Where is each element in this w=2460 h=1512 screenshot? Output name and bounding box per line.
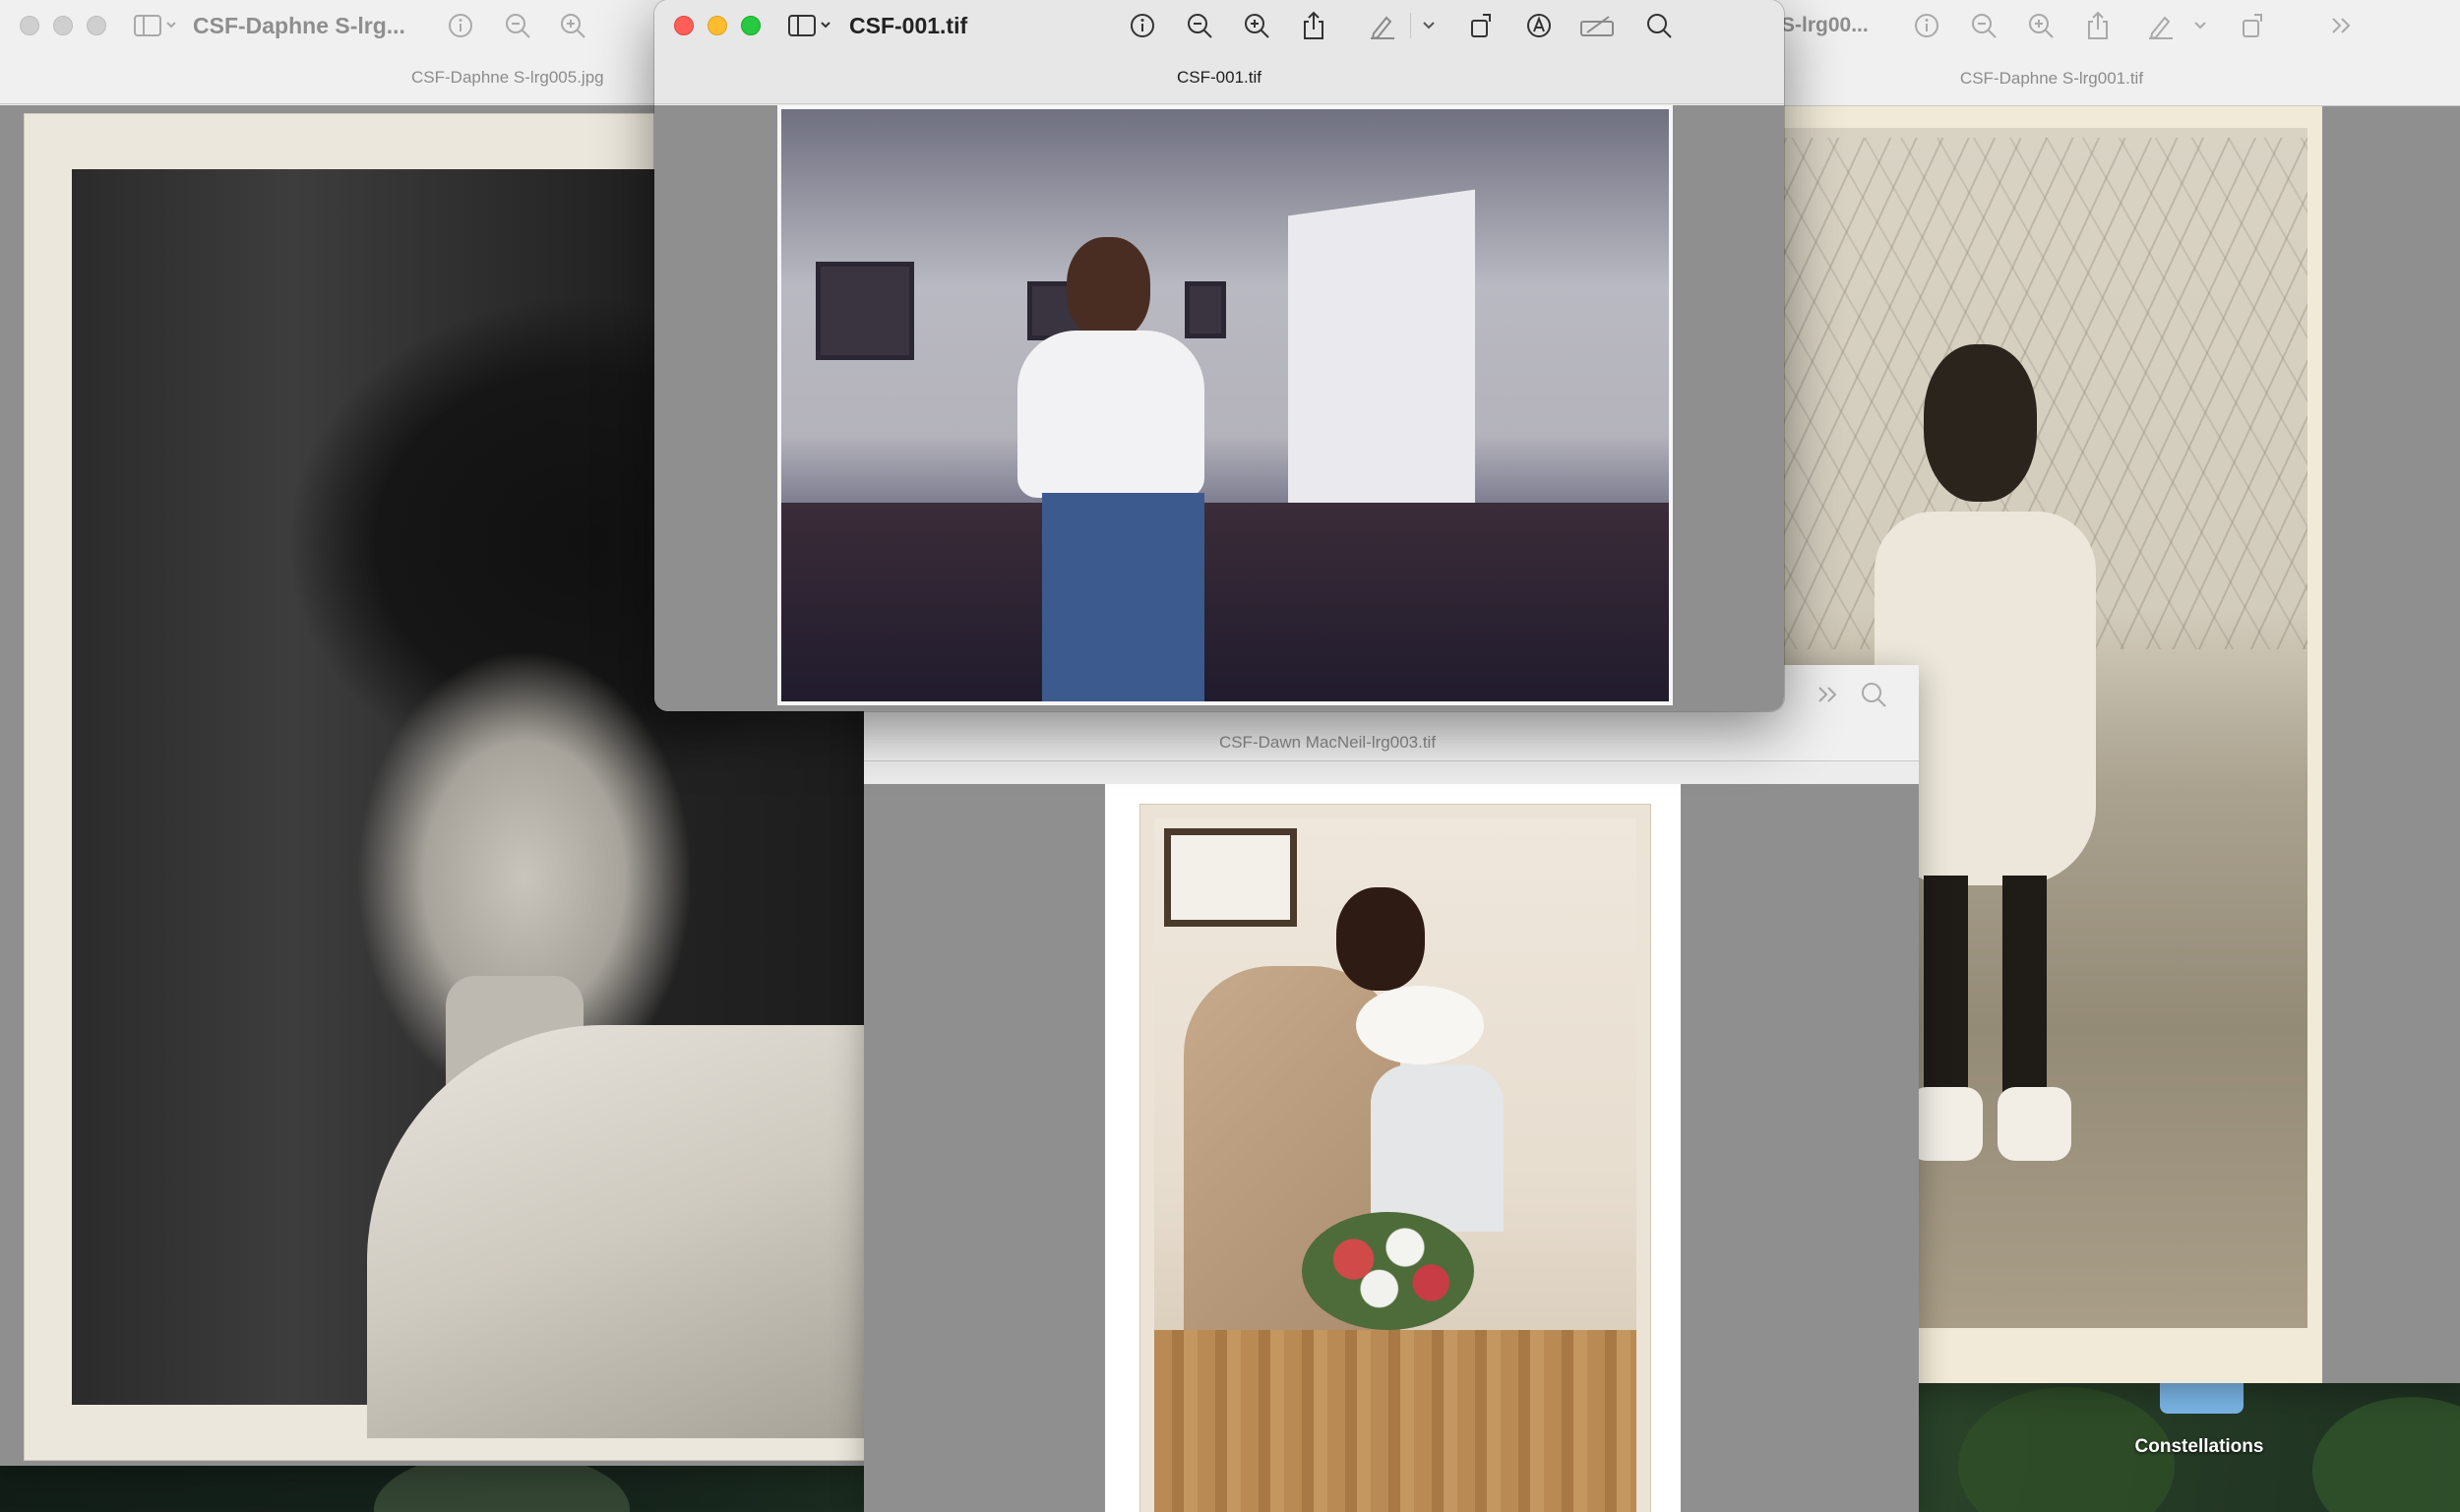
zoom-in-icon <box>1243 12 1270 39</box>
photo-detail <box>1154 1330 1636 1512</box>
chevron-down-icon <box>1422 21 1436 30</box>
share-button[interactable] <box>1294 6 1333 45</box>
sidebar-icon <box>788 14 831 37</box>
zoom-in-button[interactable] <box>553 6 592 45</box>
photo-detail <box>367 1025 866 1438</box>
info-button[interactable] <box>1123 6 1162 45</box>
preview-window-dawn-003[interactable]: CSF-Dawn MacNeil-lrg003.tif <box>864 665 1919 1512</box>
chevron-double-right-icon <box>1816 685 1840 704</box>
photo-detail <box>2002 876 2047 1102</box>
annotate-icon <box>1525 12 1553 39</box>
pencil-icon <box>1369 12 1396 39</box>
photo-detail <box>1017 331 1204 498</box>
document-tab-bar: CSF-001.tif <box>654 51 1784 104</box>
preview-window-csf-001[interactable]: CSF-001.tif CSF-001.tif <box>654 0 1784 711</box>
sidebar-icon <box>134 14 177 37</box>
info-icon <box>1914 13 1939 38</box>
photo-detail <box>1998 1087 2071 1161</box>
photo-detail <box>816 262 914 360</box>
zoom-in-button[interactable] <box>2021 6 2060 45</box>
zoom-out-icon <box>1970 12 1998 39</box>
chevron-double-right-icon <box>2330 16 2354 35</box>
toolbar: S-lrg00... <box>1761 0 2460 51</box>
markup-button[interactable] <box>1363 6 1402 45</box>
zoom-button[interactable] <box>87 16 106 35</box>
zoom-out-button[interactable] <box>1964 6 2003 45</box>
zoom-out-button[interactable] <box>1180 6 1219 45</box>
photo-detail <box>1924 876 1968 1102</box>
zoom-in-icon <box>559 12 586 39</box>
redact-button[interactable] <box>1578 6 1618 45</box>
photo-detail <box>1371 1064 1504 1232</box>
document-tab-label[interactable]: CSF-Daphne S-lrg001.tif <box>1960 69 2143 89</box>
share-icon <box>2085 11 2111 40</box>
toolbar-separator <box>1410 13 1411 38</box>
document-tab-label[interactable]: CSF-001.tif <box>1177 68 1261 88</box>
zoom-out-button[interactable] <box>498 6 537 45</box>
widget-tab[interactable] <box>2160 1382 2244 1414</box>
zoom-in-button[interactable] <box>1237 6 1276 45</box>
rotate-button[interactable] <box>1462 6 1502 45</box>
annotate-button[interactable] <box>1519 6 1559 45</box>
sidebar-toggle-button[interactable] <box>134 6 177 45</box>
photo-detail <box>781 503 1669 701</box>
image-canvas[interactable] <box>864 784 1919 1512</box>
zoom-out-icon <box>504 12 531 39</box>
photo-detail <box>1067 237 1150 340</box>
markup-menu-button[interactable] <box>1419 6 1439 45</box>
info-button[interactable] <box>441 6 480 45</box>
more-tools-button[interactable] <box>1809 675 1848 714</box>
document-tab-label[interactable]: CSF-Dawn MacNeil-lrg003.tif <box>1219 733 1436 753</box>
photo-detail <box>1356 986 1484 1064</box>
close-button[interactable] <box>674 16 694 35</box>
rotate-icon <box>2241 12 2266 39</box>
photo-detail <box>1185 281 1226 338</box>
search-button[interactable] <box>1639 6 1679 45</box>
photo-detail <box>1909 1087 1983 1161</box>
zoom-in-icon <box>2027 12 2055 39</box>
document-tab-bar: CSF-Daphne S-lrg001.tif <box>1761 51 2460 106</box>
window-title: CSF-001.tif <box>849 12 968 38</box>
info-icon <box>1130 13 1155 38</box>
more-tools-button[interactable] <box>2322 6 2362 45</box>
photo-detail <box>1042 493 1204 701</box>
search-button[interactable] <box>1854 675 1893 714</box>
wedding-photo-scene <box>1154 818 1636 1512</box>
search-icon <box>1645 12 1673 39</box>
document-tab-bar: CSF-Dawn MacNeil-lrg003.tif <box>864 724 1919 761</box>
markup-button[interactable] <box>2141 6 2181 45</box>
wedding-photo-image <box>1139 804 1651 1512</box>
pencil-icon <box>2147 12 2175 39</box>
minimize-button[interactable] <box>707 16 727 35</box>
photo-detail <box>1336 887 1425 991</box>
window-title: CSF-Daphne S-lrg... <box>193 12 405 38</box>
wedding-photo <box>1105 784 1681 1512</box>
document-tab-label[interactable]: CSF-Daphne S-lrg005.jpg <box>411 68 604 88</box>
window-controls <box>674 16 761 35</box>
window-controls <box>20 16 106 35</box>
info-icon <box>448 13 473 38</box>
share-button[interactable] <box>2078 6 2118 45</box>
photo-detail <box>1164 828 1297 927</box>
minimize-button[interactable] <box>53 16 73 35</box>
zoom-out-icon <box>1186 12 1213 39</box>
window-title: S-lrg00... <box>1781 14 1869 36</box>
sidebar-toggle-button[interactable] <box>788 6 831 45</box>
toolbar: CSF-001.tif <box>654 0 1784 51</box>
chevron-down-icon <box>2193 21 2207 30</box>
photo-detail <box>1302 1212 1474 1330</box>
info-button[interactable] <box>1907 6 1946 45</box>
party-photo <box>777 105 1673 705</box>
redact-icon <box>1579 13 1617 38</box>
close-button[interactable] <box>20 16 39 35</box>
rotate-button[interactable] <box>2234 6 2273 45</box>
zoom-button[interactable] <box>741 16 761 35</box>
search-icon <box>1860 681 1887 708</box>
rotate-icon <box>1469 12 1495 39</box>
share-icon <box>1301 11 1326 40</box>
image-canvas[interactable] <box>654 105 1784 711</box>
photo-detail <box>1924 344 2037 502</box>
markup-menu-button[interactable] <box>2181 6 2220 45</box>
constellations-label[interactable]: Constellations <box>2057 1436 2342 1458</box>
